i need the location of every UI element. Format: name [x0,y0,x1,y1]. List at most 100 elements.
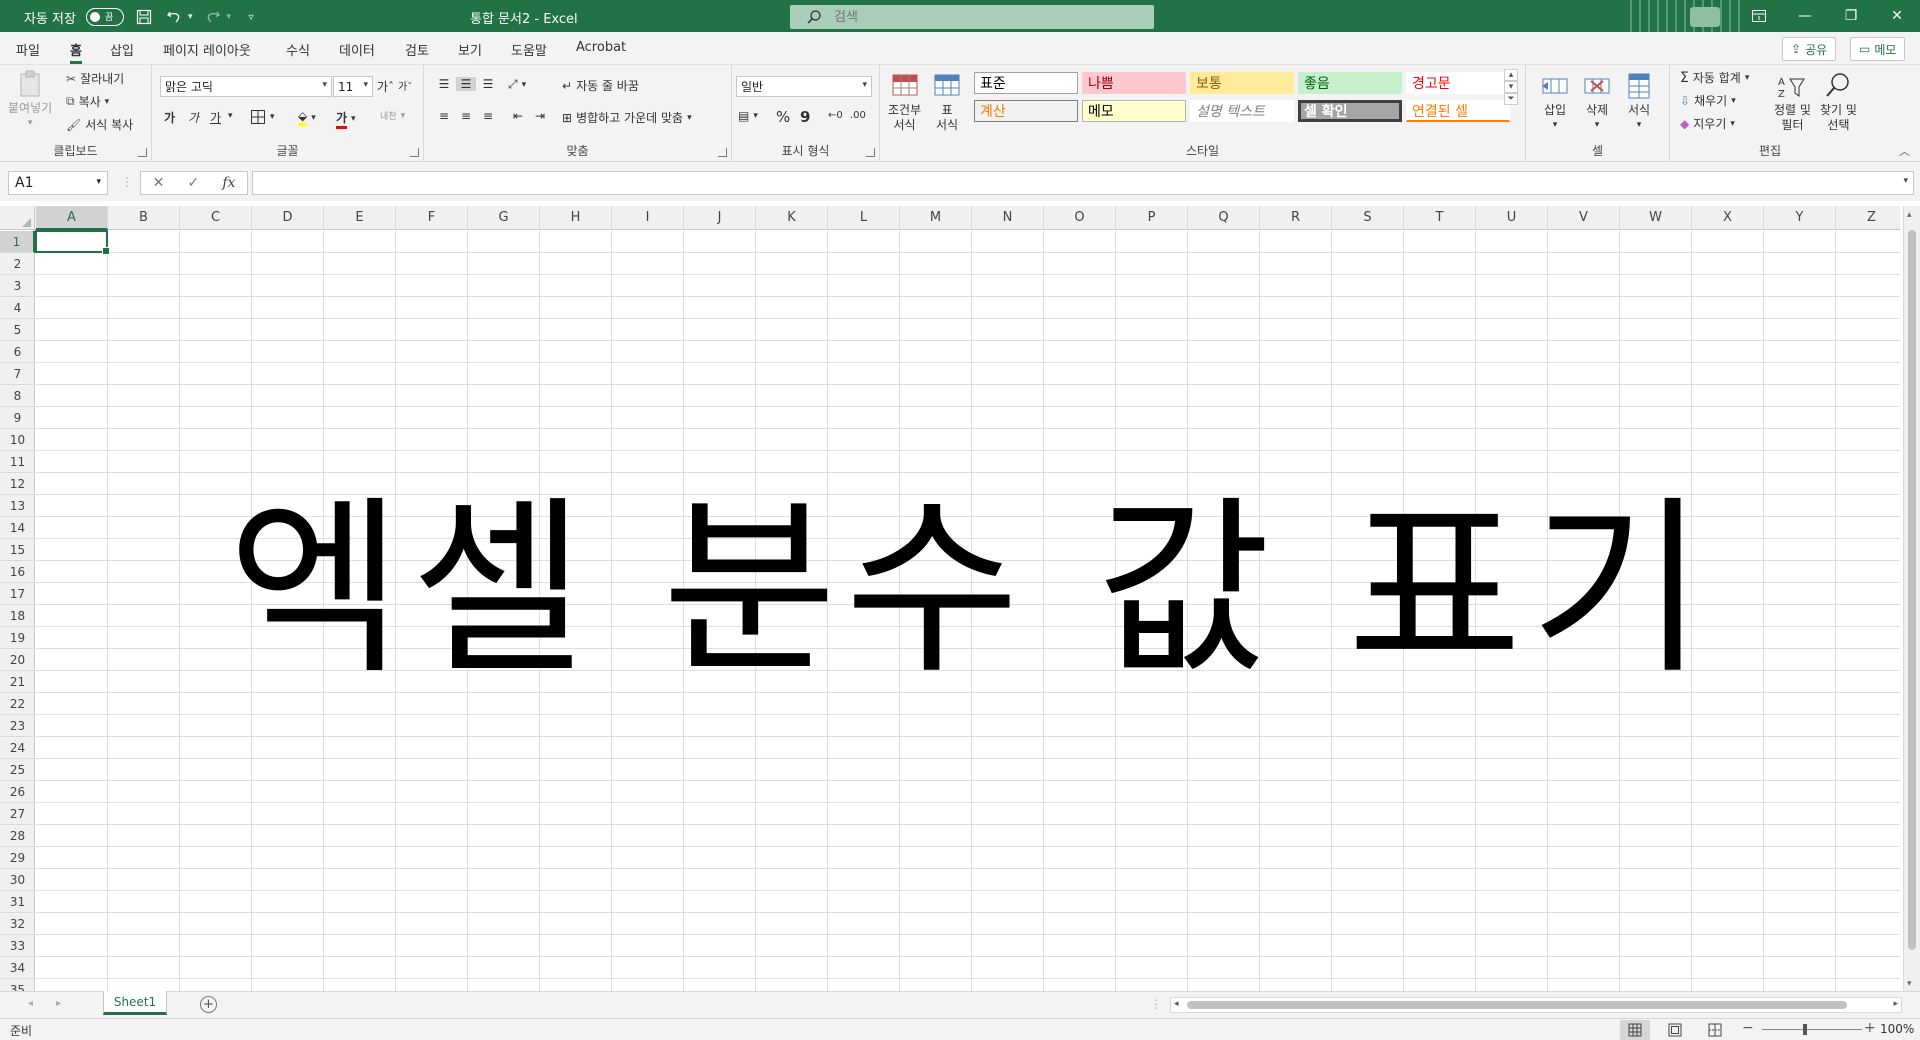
row-header[interactable]: 18 [0,605,35,627]
row-header[interactable]: 20 [0,649,35,671]
fill-color-button[interactable]: ⬙ ▾ [298,109,316,126]
cell-style-item[interactable]: 표준 [974,72,1078,94]
column-header[interactable]: A [36,206,108,230]
comments-button[interactable]: ▭ 메모 [1850,37,1906,61]
cell-style-item[interactable]: 나쁨 [1082,72,1186,94]
row-header[interactable]: 35 [0,979,35,991]
insert-cells-button[interactable]: 삽입 ▾ [1540,71,1570,133]
alignment-launcher-icon[interactable] [718,148,727,157]
column-header[interactable]: F [396,206,468,230]
ribbon-display-options-icon[interactable] [1736,0,1782,32]
number-launcher-icon[interactable] [866,148,875,157]
fill-button[interactable]: ⇩ 채우기 ▾ [1680,92,1736,109]
column-header[interactable]: L [828,206,900,230]
row-header[interactable]: 29 [0,847,35,869]
tab-insert[interactable]: 삽입 [110,40,134,59]
row-header[interactable]: 28 [0,825,35,847]
undo-icon[interactable] [164,7,184,27]
share-button[interactable]: ⇪ 공유 [1782,37,1837,61]
align-top-icon[interactable]: ☰ [434,77,454,91]
row-header[interactable]: 12 [0,473,35,495]
increase-decimal-icon[interactable]: ←0 [828,110,843,121]
row-header[interactable]: 6 [0,341,35,363]
zoom-slider-thumb[interactable] [1803,1024,1807,1035]
column-header[interactable]: Y [1764,206,1836,230]
decrease-decimal-icon[interactable]: .00 [850,110,866,121]
accounting-format-button[interactable]: ▤ ▾ [738,109,758,123]
vertical-scrollbar[interactable]: ▴ ▾ [1903,206,1920,991]
cell-style-item[interactable]: 메모 [1082,100,1186,122]
orientation-button[interactable]: ⤢ ▾ [508,77,526,92]
expand-formula-bar-icon[interactable]: ▾ [1903,176,1908,186]
column-header[interactable]: E [324,206,396,230]
tab-file[interactable]: 파일 [16,40,40,59]
collapse-ribbon-icon[interactable]: ︿ [1899,143,1910,159]
column-header[interactable]: G [468,206,540,230]
font-color-button[interactable]: 가 ▾ [336,109,356,129]
insert-function-icon[interactable]: fx [222,175,235,191]
paste-button[interactable]: 붙여넣기 ▾ [8,69,52,131]
row-header[interactable]: 32 [0,913,35,935]
column-header[interactable]: R [1260,206,1332,230]
normal-view-button[interactable] [1620,1020,1650,1040]
column-header[interactable]: I [612,206,684,230]
row-header[interactable]: 26 [0,781,35,803]
close-icon[interactable]: ✕ [1874,0,1920,32]
select-all-button[interactable] [0,206,35,230]
redo-icon[interactable] [203,7,223,27]
column-header[interactable]: J [684,206,756,230]
zoom-slider-track[interactable] [1762,1029,1862,1030]
next-sheet-icon[interactable]: ▸ [56,998,61,1009]
tab-acrobat[interactable]: Acrobat [576,40,626,55]
scroll-left-icon[interactable]: ◂ [1174,999,1179,1009]
tab-data[interactable]: 데이터 [339,40,375,59]
row-header[interactable]: 24 [0,737,35,759]
formula-bar-splitter[interactable]: ⋮ [121,175,133,189]
search-box[interactable] [790,5,1154,29]
search-input[interactable] [834,9,1134,25]
align-center-icon[interactable]: ≡ [456,109,476,123]
name-box[interactable]: A1 ▾ [8,171,108,195]
column-header[interactable]: T [1404,206,1476,230]
row-header[interactable]: 14 [0,517,35,539]
row-header[interactable]: 30 [0,869,35,891]
gallery-down-icon[interactable]: ▾ [1504,81,1518,93]
cell-style-item[interactable]: 연결된 셀 [1406,100,1510,122]
save-icon[interactable] [134,7,154,27]
comma-style-button[interactable]: 9 [800,108,810,126]
grow-font-button[interactable]: 가ˆ [377,78,394,95]
autosave-toggle[interactable]: 끔 [85,8,124,26]
column-header[interactable]: W [1620,206,1692,230]
styles-gallery-scroll[interactable]: ▴ ▾ ⏷ [1504,69,1518,105]
font-launcher-icon[interactable] [410,148,419,157]
row-header[interactable]: 11 [0,451,35,473]
increase-indent-icon[interactable]: ⇥ [530,109,550,123]
column-header[interactable]: C [180,206,252,230]
font-size-dropdown[interactable]: 11 ▾ [333,76,373,97]
align-bottom-icon[interactable]: ☰ [478,77,498,91]
column-header[interactable]: M [900,206,972,230]
column-header[interactable]: U [1476,206,1548,230]
column-header[interactable]: D [252,206,324,230]
column-header[interactable]: X [1692,206,1764,230]
font-name-dropdown[interactable]: 맑은 고딕 ▾ [160,76,332,97]
cancel-icon[interactable]: ✕ [153,175,165,191]
underline-button[interactable]: 가 [210,109,221,126]
row-header[interactable]: 15 [0,539,35,561]
column-header[interactable]: P [1116,206,1188,230]
vertical-scroll-thumb[interactable] [1908,230,1916,950]
zoom-in-button[interactable]: + [1864,1020,1876,1036]
align-right-icon[interactable]: ≡ [478,109,498,123]
merge-center-button[interactable]: ⊞ 병합하고 가운데 맞춤 ▾ [562,109,692,126]
italic-button[interactable]: 가 [188,109,199,126]
zoom-level[interactable]: 100% [1880,1022,1914,1036]
bold-button[interactable]: 가 [164,109,175,126]
row-header[interactable]: 31 [0,891,35,913]
gallery-more-icon[interactable]: ⏷ [1504,93,1518,105]
format-cells-button[interactable]: 서식 ▾ [1624,71,1654,133]
copy-button[interactable]: ⧉ 복사 ▾ [66,93,109,110]
row-header[interactable]: 8 [0,385,35,407]
cell-style-item[interactable]: 셀 확인 [1298,100,1402,122]
column-header[interactable]: V [1548,206,1620,230]
prev-sheet-icon[interactable]: ◂ [28,998,33,1009]
